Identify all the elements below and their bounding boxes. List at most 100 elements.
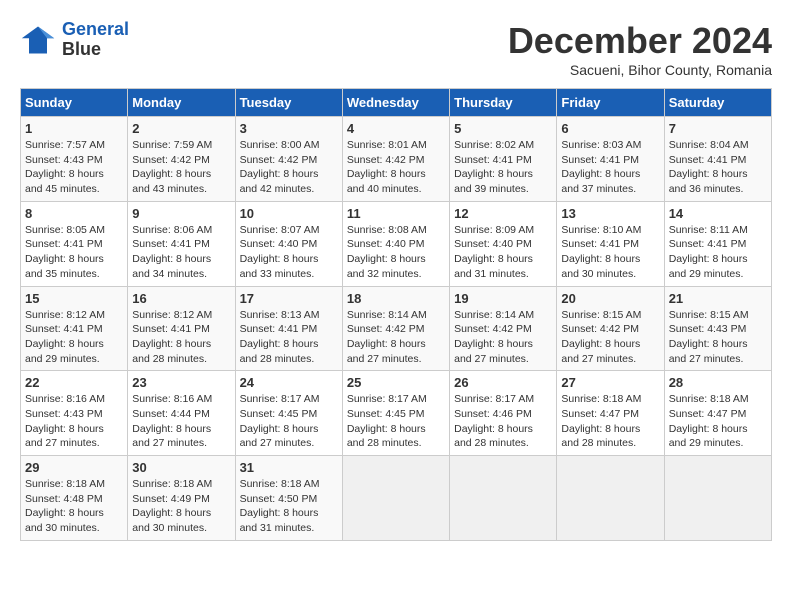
day-info: Sunrise: 8:01 AMSunset: 4:42 PMDaylight:… [347, 138, 445, 197]
day-number: 15 [25, 291, 123, 306]
day-info: Sunrise: 8:11 AMSunset: 4:41 PMDaylight:… [669, 223, 767, 282]
day-info: Sunrise: 8:06 AMSunset: 4:41 PMDaylight:… [132, 223, 230, 282]
day-info: Sunrise: 8:16 AMSunset: 4:43 PMDaylight:… [25, 392, 123, 451]
day-number: 13 [561, 206, 659, 221]
day-info: Sunrise: 8:09 AMSunset: 4:40 PMDaylight:… [454, 223, 552, 282]
calendar-cell: 7 Sunrise: 8:04 AMSunset: 4:41 PMDaylight… [664, 117, 771, 202]
calendar-cell: 1Sunrise: 7:57 AMSunset: 4:43 PMDaylight… [21, 117, 128, 202]
calendar-table: SundayMondayTuesdayWednesdayThursdayFrid… [20, 88, 772, 541]
calendar-cell: 30 Sunrise: 8:18 AMSunset: 4:49 PMDayligh… [128, 456, 235, 541]
calendar-cell: 29Sunrise: 8:18 AMSunset: 4:48 PMDayligh… [21, 456, 128, 541]
day-number: 3 [240, 121, 338, 136]
logo-line1: General [62, 19, 129, 39]
day-number: 22 [25, 375, 123, 390]
day-info: Sunrise: 8:04 AMSunset: 4:41 PMDaylight:… [669, 138, 767, 197]
month-title: December 2024 [508, 20, 772, 62]
calendar-cell: 18 Sunrise: 8:14 AMSunset: 4:42 PMDayligh… [342, 286, 449, 371]
logo-text: General Blue [62, 20, 129, 60]
calendar-cell: 21Sunrise: 8:15 AMSunset: 4:43 PMDayligh… [664, 286, 771, 371]
header-thursday: Thursday [450, 89, 557, 117]
day-info: Sunrise: 8:08 AMSunset: 4:40 PMDaylight:… [347, 223, 445, 282]
calendar-cell: 14 Sunrise: 8:11 AMSunset: 4:41 PMDayligh… [664, 201, 771, 286]
day-info: Sunrise: 8:00 AMSunset: 4:42 PMDaylight:… [240, 138, 338, 197]
day-number: 27 [561, 375, 659, 390]
calendar-cell: 5Sunrise: 8:02 AMSunset: 4:41 PMDaylight… [450, 117, 557, 202]
day-number: 12 [454, 206, 552, 221]
calendar-cell: 26Sunrise: 8:17 AMSunset: 4:46 PMDayligh… [450, 371, 557, 456]
day-number: 14 [669, 206, 767, 221]
day-number: 4 [347, 121, 445, 136]
day-info: Sunrise: 8:18 AMSunset: 4:47 PMDaylight:… [561, 392, 659, 451]
day-number: 19 [454, 291, 552, 306]
calendar-cell: 23Sunrise: 8:16 AMSunset: 4:44 PMDayligh… [128, 371, 235, 456]
calendar-body: 1Sunrise: 7:57 AMSunset: 4:43 PMDaylight… [21, 117, 772, 541]
day-info: Sunrise: 8:02 AMSunset: 4:41 PMDaylight:… [454, 138, 552, 197]
header-wednesday: Wednesday [342, 89, 449, 117]
header-tuesday: Tuesday [235, 89, 342, 117]
header-sunday: Sunday [21, 89, 128, 117]
calendar-cell: 27 Sunrise: 8:18 AMSunset: 4:47 PMDayligh… [557, 371, 664, 456]
day-info: Sunrise: 8:15 AMSunset: 4:42 PMDaylight:… [561, 308, 659, 367]
day-info: Sunrise: 8:18 AMSunset: 4:50 PMDaylight:… [240, 477, 338, 536]
day-info: Sunrise: 8:12 AMSunset: 4:41 PMDaylight:… [25, 308, 123, 367]
day-number: 11 [347, 206, 445, 221]
day-info: Sunrise: 8:03 AMSunset: 4:41 PMDaylight:… [561, 138, 659, 197]
calendar-cell: 20 Sunrise: 8:15 AMSunset: 4:42 PMDayligh… [557, 286, 664, 371]
header-friday: Friday [557, 89, 664, 117]
calendar-cell: 3 Sunrise: 8:00 AMSunset: 4:42 PMDaylight… [235, 117, 342, 202]
day-info: Sunrise: 8:18 AMSunset: 4:48 PMDaylight:… [25, 477, 123, 536]
logo-bird-icon [20, 22, 56, 58]
day-number: 2 [132, 121, 230, 136]
logo: General Blue [20, 20, 129, 60]
day-number: 31 [240, 460, 338, 475]
calendar-cell: 15 Sunrise: 8:12 AMSunset: 4:41 PMDayligh… [21, 286, 128, 371]
calendar-week-1: 1Sunrise: 7:57 AMSunset: 4:43 PMDaylight… [21, 117, 772, 202]
day-number: 18 [347, 291, 445, 306]
day-info: Sunrise: 8:16 AMSunset: 4:44 PMDaylight:… [132, 392, 230, 451]
calendar-cell [664, 456, 771, 541]
calendar-cell: 24Sunrise: 8:17 AMSunset: 4:45 PMDayligh… [235, 371, 342, 456]
calendar-cell: 11 Sunrise: 8:08 AMSunset: 4:40 PMDayligh… [342, 201, 449, 286]
day-info: Sunrise: 8:10 AMSunset: 4:41 PMDaylight:… [561, 223, 659, 282]
day-info: Sunrise: 8:12 AMSunset: 4:41 PMDaylight:… [132, 308, 230, 367]
day-number: 10 [240, 206, 338, 221]
day-info: Sunrise: 8:13 AMSunset: 4:41 PMDaylight:… [240, 308, 338, 367]
day-number: 6 [561, 121, 659, 136]
day-number: 7 [669, 121, 767, 136]
location: Sacueni, Bihor County, Romania [508, 62, 772, 78]
day-number: 8 [25, 206, 123, 221]
calendar-cell: 22 Sunrise: 8:16 AMSunset: 4:43 PMDayligh… [21, 371, 128, 456]
day-number: 16 [132, 291, 230, 306]
calendar-cell: 19Sunrise: 8:14 AMSunset: 4:42 PMDayligh… [450, 286, 557, 371]
day-info: Sunrise: 8:18 AMSunset: 4:49 PMDaylight:… [132, 477, 230, 536]
day-number: 17 [240, 291, 338, 306]
day-number: 26 [454, 375, 552, 390]
day-info: Sunrise: 8:14 AMSunset: 4:42 PMDaylight:… [347, 308, 445, 367]
header-saturday: Saturday [664, 89, 771, 117]
day-number: 24 [240, 375, 338, 390]
calendar-cell: 10Sunrise: 8:07 AMSunset: 4:40 PMDayligh… [235, 201, 342, 286]
calendar-cell: 8 Sunrise: 8:05 AMSunset: 4:41 PMDaylight… [21, 201, 128, 286]
title-block: December 2024 Sacueni, Bihor County, Rom… [508, 20, 772, 78]
calendar-week-3: 15 Sunrise: 8:12 AMSunset: 4:41 PMDayligh… [21, 286, 772, 371]
header-monday: Monday [128, 89, 235, 117]
day-number: 20 [561, 291, 659, 306]
calendar-cell [342, 456, 449, 541]
calendar-cell [557, 456, 664, 541]
day-number: 30 [132, 460, 230, 475]
calendar-cell: 31 Sunrise: 8:18 AMSunset: 4:50 PMDayligh… [235, 456, 342, 541]
calendar-cell: 13 Sunrise: 8:10 AMSunset: 4:41 PMDayligh… [557, 201, 664, 286]
calendar-cell: 28 Sunrise: 8:18 AMSunset: 4:47 PMDayligh… [664, 371, 771, 456]
day-info: Sunrise: 8:18 AMSunset: 4:47 PMDaylight:… [669, 392, 767, 451]
day-info: Sunrise: 8:05 AMSunset: 4:41 PMDaylight:… [25, 223, 123, 282]
calendar-cell: 16 Sunrise: 8:12 AMSunset: 4:41 PMDayligh… [128, 286, 235, 371]
calendar-week-4: 22 Sunrise: 8:16 AMSunset: 4:43 PMDayligh… [21, 371, 772, 456]
day-info: Sunrise: 8:15 AMSunset: 4:43 PMDaylight:… [669, 308, 767, 367]
calendar-cell: 25Sunrise: 8:17 AMSunset: 4:45 PMDayligh… [342, 371, 449, 456]
day-info: Sunrise: 7:59 AMSunset: 4:42 PMDaylight:… [132, 138, 230, 197]
header-row: SundayMondayTuesdayWednesdayThursdayFrid… [21, 89, 772, 117]
day-number: 28 [669, 375, 767, 390]
calendar-cell: 9Sunrise: 8:06 AMSunset: 4:41 PMDaylight… [128, 201, 235, 286]
calendar-week-2: 8 Sunrise: 8:05 AMSunset: 4:41 PMDaylight… [21, 201, 772, 286]
calendar-cell [450, 456, 557, 541]
